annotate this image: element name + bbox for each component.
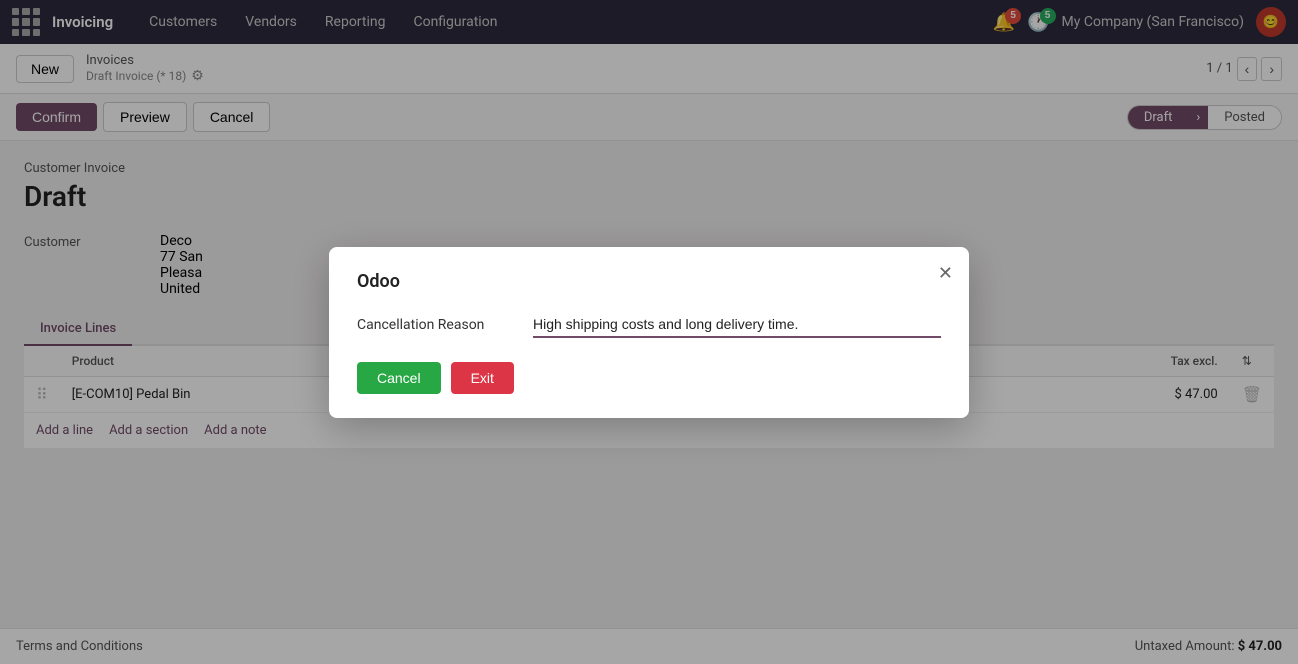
modal-cancel-button[interactable]: Cancel bbox=[357, 362, 441, 394]
cancellation-reason-label: Cancellation Reason bbox=[357, 317, 517, 333]
modal-actions: Cancel Exit bbox=[357, 362, 941, 394]
modal-field: Cancellation Reason bbox=[357, 312, 941, 338]
cancellation-reason-input[interactable] bbox=[533, 312, 941, 338]
modal-close-button[interactable]: ✕ bbox=[938, 263, 953, 284]
modal-dialog: Odoo ✕ Cancellation Reason Cancel Exit bbox=[329, 247, 969, 418]
modal-overlay: Odoo ✕ Cancellation Reason Cancel Exit bbox=[0, 0, 1298, 664]
modal-exit-button[interactable]: Exit bbox=[451, 362, 514, 394]
modal-title: Odoo bbox=[357, 271, 941, 292]
